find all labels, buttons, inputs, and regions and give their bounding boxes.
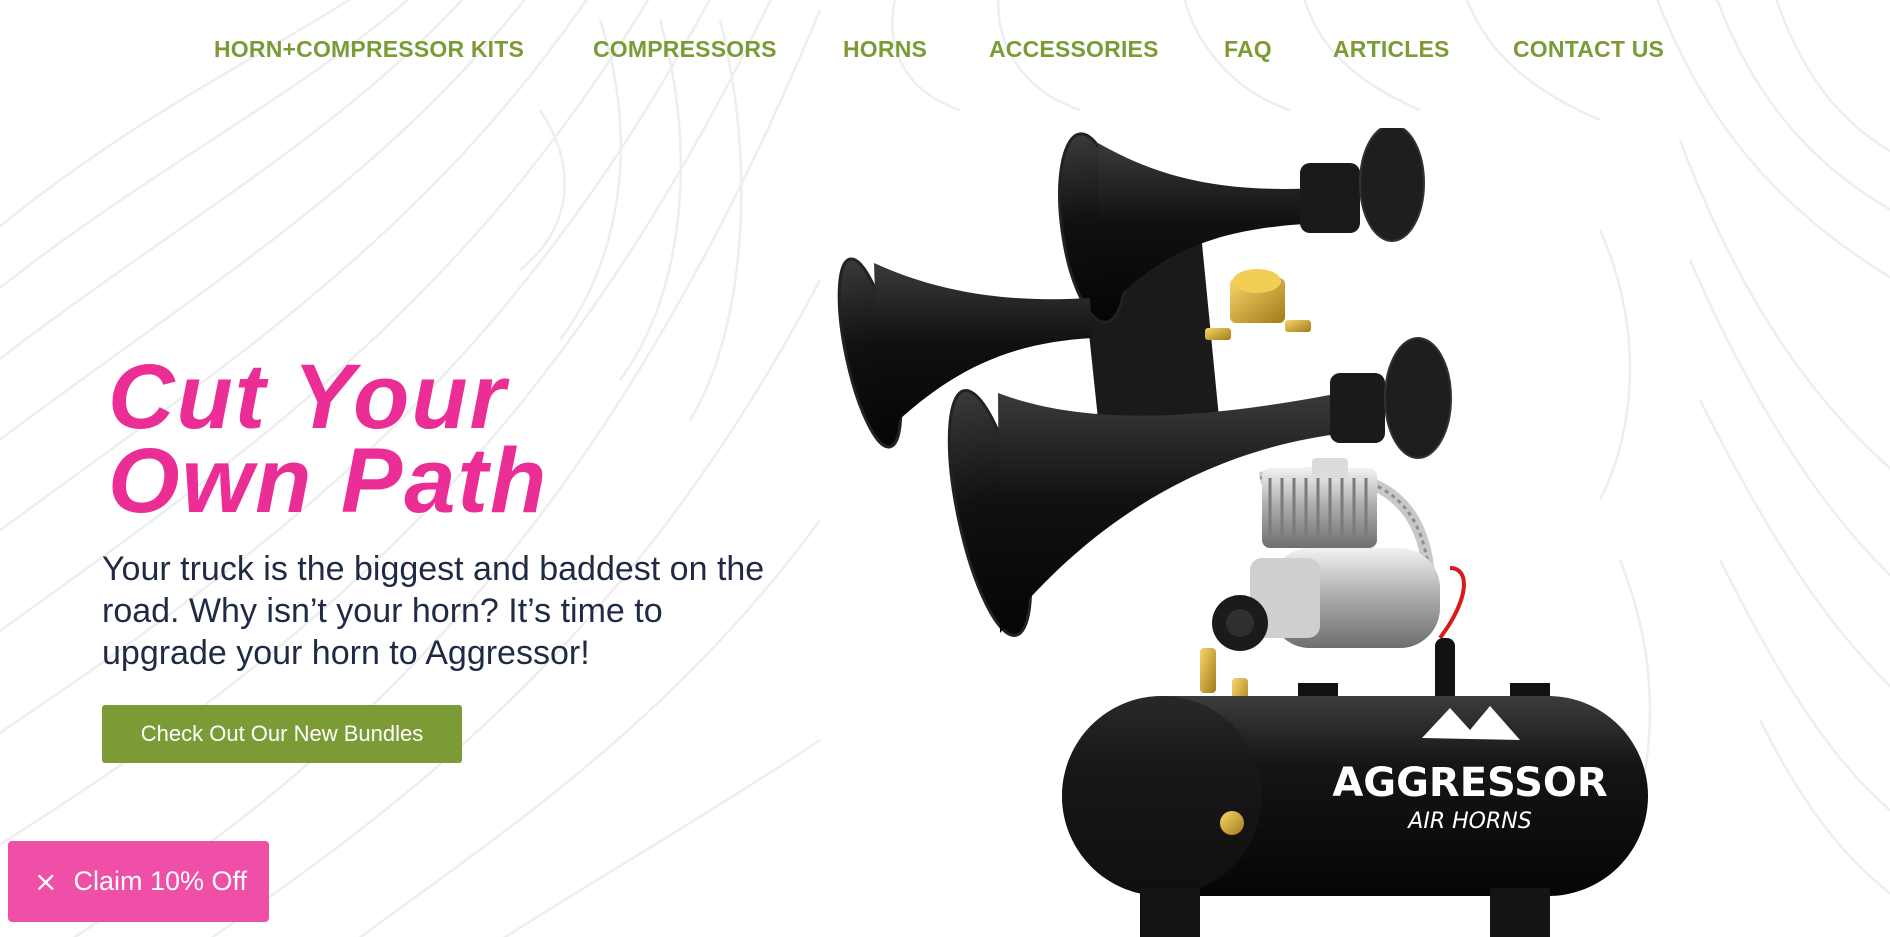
nav-compressors[interactable]: COMPRESSORS [593,36,777,63]
nav-contact-us[interactable]: CONTACT US [1513,36,1664,63]
nav-accessories[interactable]: ACCESSORIES [989,36,1159,63]
check-out-bundles-button[interactable]: Check Out Our New Bundles [102,705,462,763]
main-navigation: HORN+COMPRESSOR KITS COMPRESSORS HORNS A… [0,30,1890,70]
nav-faq[interactable]: FAQ [1224,36,1272,63]
hero-title-line-2: Own Path [108,430,549,532]
nav-horns[interactable]: HORNS [843,36,927,63]
claim-discount-popup[interactable]: × Claim 10% Off [8,841,269,922]
hero-description: Your truck is the biggest and baddest on… [102,550,765,672]
nav-horn-compressor-kits[interactable]: HORN+COMPRESSOR KITS [214,36,524,63]
air-horns-logo: AIR HORNS [1406,809,1531,834]
hero-title-line-1: Cut Your [108,346,508,448]
product-image: AGGRESSOR AIR HORNS [837,128,1648,937]
aggressor-logo: AGGRESSOR [1332,760,1607,806]
claim-discount-label[interactable]: Claim 10% Off [73,866,247,897]
hero-title: Cut Your Own Path [108,346,549,532]
nav-articles[interactable]: ARTICLES [1333,36,1450,63]
close-icon[interactable]: × [34,867,57,896]
